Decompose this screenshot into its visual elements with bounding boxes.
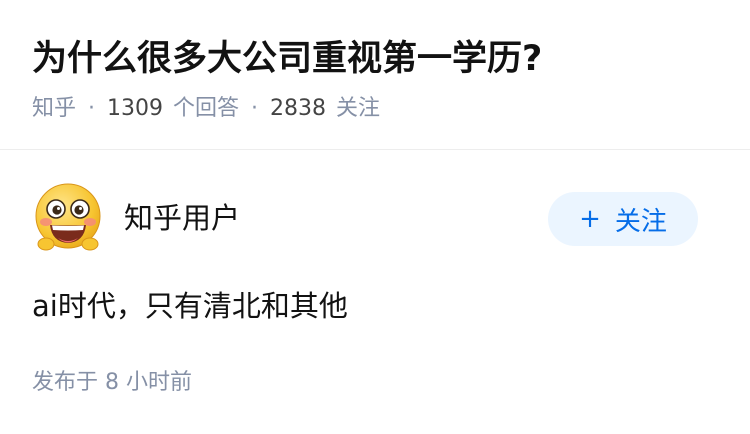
meta-separator: · [251, 96, 259, 121]
answer-content[interactable]: ai时代，只有清北和其他 [32, 286, 348, 326]
follow-button[interactable]: + 关注 [548, 192, 698, 246]
question-meta: 知乎 · 1309 个回答 · 2838 关注 [32, 92, 380, 126]
avatar[interactable] [32, 182, 104, 254]
author-name[interactable]: 知乎用户 [124, 198, 240, 238]
question-header: 为什么很多大公司重视第一学历? 知乎 · 1309 个回答 · 2838 关注 [0, 0, 750, 150]
answer-count-label: 个回答 [173, 96, 240, 121]
answer-timestamp: 发布于 8 小时前 [32, 366, 192, 400]
meta-separator: · [88, 96, 96, 121]
answer-item: 知乎用户 + 关注 ai时代，只有清北和其他 发布于 8 小时前 [0, 150, 750, 434]
answer-page: 为什么很多大公司重视第一学历? 知乎 · 1309 个回答 · 2838 关注 [0, 0, 750, 434]
published-time: 8 小时前 [105, 370, 193, 395]
follower-count-label: 关注 [336, 96, 381, 121]
follow-button-label: 关注 [614, 206, 667, 237]
grinning-emoji-avatar-icon [35, 183, 101, 251]
question-title[interactable]: 为什么很多大公司重视第一学历? [32, 34, 542, 84]
follower-count: 2838 [270, 96, 327, 121]
source-label: 知乎 [32, 96, 77, 121]
plus-icon: + [579, 204, 601, 234]
answer-count: 1309 [107, 96, 164, 121]
published-label: 发布于 [32, 370, 99, 395]
